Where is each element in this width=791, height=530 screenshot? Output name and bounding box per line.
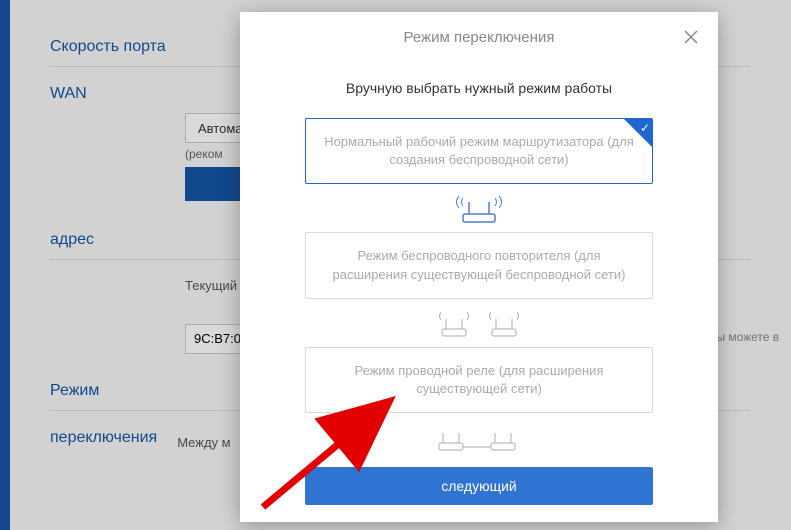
mode-option-repeater[interactable]: Режим беспроводного повторителя (для рас… xyxy=(305,232,653,298)
router-wired-pair-icon xyxy=(429,421,529,455)
router-double-icon xyxy=(434,307,524,341)
close-icon[interactable] xyxy=(680,26,702,48)
modal-instruction: Вручную выбрать нужный режим работы xyxy=(346,80,612,96)
router-single-icon xyxy=(449,192,509,226)
option-label: Режим проводной реле (для расширения сущ… xyxy=(355,363,604,396)
mode-switch-modal: Режим переключения Вручную выбрать нужны… xyxy=(240,12,718,522)
mode-option-wired-relay[interactable]: Режим проводной реле (для расширения сущ… xyxy=(305,347,653,413)
modal-body: Вручную выбрать нужный режим работы Норм… xyxy=(240,62,718,522)
option-label: Режим беспроводного повторителя (для рас… xyxy=(333,248,626,281)
selected-checkmark-icon xyxy=(624,119,652,147)
option-label: Нормальный рабочий режим маршрутизатора … xyxy=(324,134,634,167)
mode-option-normal[interactable]: Нормальный рабочий режим маршрутизатора … xyxy=(305,118,653,184)
modal-title: Режим переключения xyxy=(404,29,555,46)
modal-header: Режим переключения xyxy=(240,12,718,62)
next-button[interactable]: следующий xyxy=(305,467,653,505)
